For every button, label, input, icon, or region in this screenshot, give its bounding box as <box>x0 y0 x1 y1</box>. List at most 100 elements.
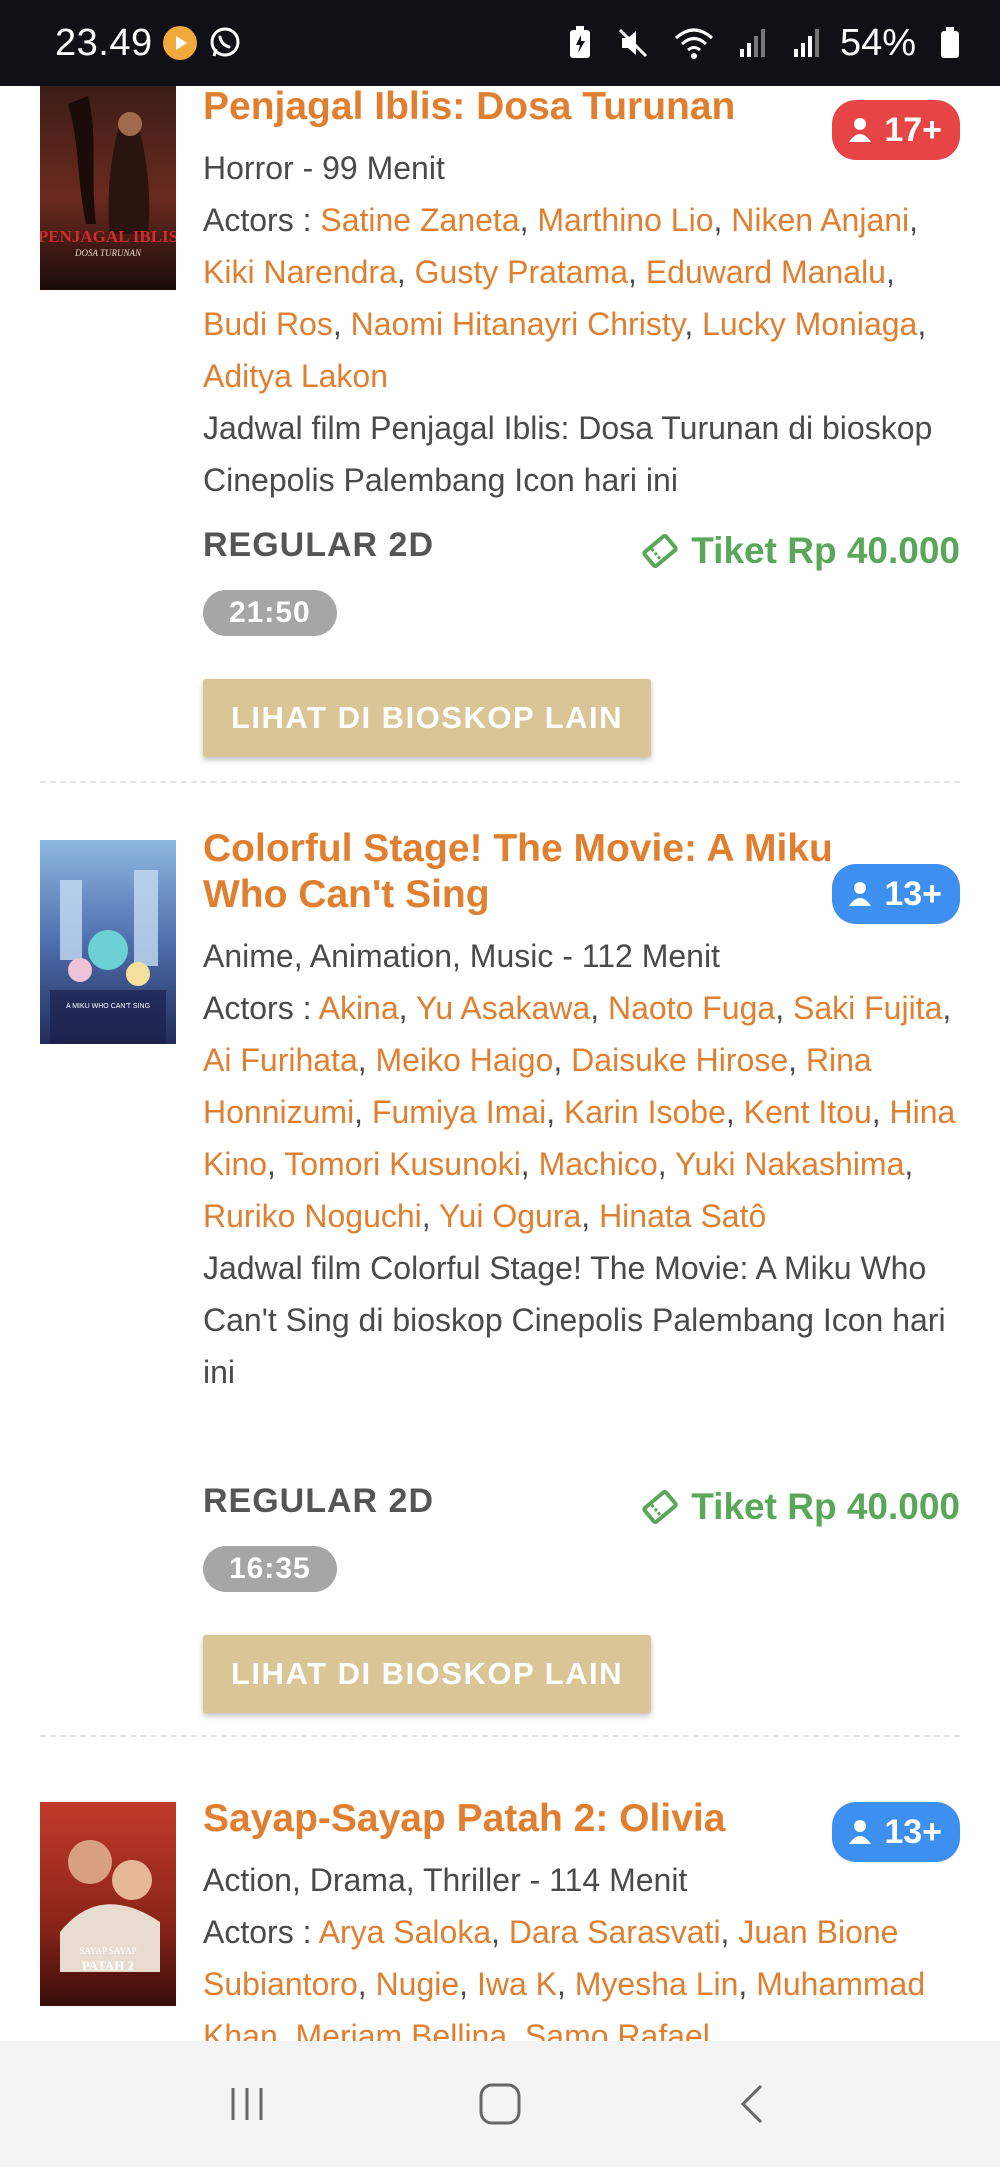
movie-description: Jadwal film Penjagal Iblis: Dosa Turunan… <box>203 410 933 498</box>
media-play-icon <box>162 26 197 60</box>
ticket-label: Tiket Rp 40.000 <box>691 530 960 571</box>
actor-link[interactable]: Daisuke Hirose <box>571 1042 788 1078</box>
actor-link[interactable]: Naoto Fuga <box>608 990 775 1026</box>
screen-format: REGULAR 2D <box>203 1482 435 1520</box>
actor-separator: , <box>871 1094 890 1130</box>
poster-subtitle: PATAH 2 <box>82 1958 134 1973</box>
actor-separator: , <box>357 1042 376 1078</box>
actor-link[interactable]: Hinata Satô <box>599 1198 766 1234</box>
actor-link[interactable]: Eduward Manalu <box>646 254 886 290</box>
poster-subtitle: DOSA TURUNAN <box>74 248 142 258</box>
actor-link[interactable]: Lucky Moniaga <box>702 306 917 342</box>
actor-separator: , <box>507 2018 525 2041</box>
actors-label: Actors : <box>203 202 312 238</box>
actor-link[interactable]: Nugie <box>376 1966 460 2002</box>
divider <box>40 1735 960 1737</box>
age-rating-badge: 13+ <box>832 864 960 924</box>
actor-separator: , <box>738 1966 757 2002</box>
actor-link[interactable]: Budi Ros <box>203 306 333 342</box>
actor-link[interactable]: Saki Fujita <box>793 990 942 1026</box>
actor-separator: , <box>775 990 793 1026</box>
actor-link[interactable]: Ruriko Noguchi <box>203 1198 422 1234</box>
actor-separator: , <box>546 1094 564 1130</box>
movie-actors: Actors : Arya Saloka, Dara Sarasvati, Ju… <box>203 1906 960 2041</box>
actor-separator: , <box>885 254 895 290</box>
actor-separator: , <box>628 254 646 290</box>
person-icon <box>849 882 872 906</box>
ticket-label: Tiket Rp 40.000 <box>691 1486 960 1527</box>
actor-link[interactable]: Naomi Hitanayri Christy <box>351 306 685 342</box>
actor-separator: , <box>553 1042 572 1078</box>
actor-link[interactable]: Dara Sarasvati <box>509 1914 721 1950</box>
ticket-price: Tiket Rp 40.000 <box>641 1486 960 1528</box>
actor-link[interactable]: Yu Asakawa <box>416 990 590 1026</box>
actor-separator: , <box>396 254 415 290</box>
battery-percentage: 54% <box>839 21 916 64</box>
actor-link[interactable]: Arya Saloka <box>319 1914 492 1950</box>
actor-link[interactable]: Akina <box>319 990 399 1026</box>
showtime-chip[interactable]: 16:35 <box>203 1546 337 1592</box>
movie-genre-duration: Action, Drama, Thriller - 114 Menit <box>203 1862 688 1898</box>
rating-label: 13+ <box>884 874 942 913</box>
actor-link[interactable]: Kent Itou <box>744 1094 872 1130</box>
actor-link[interactable]: Kiki Narendra <box>203 254 397 290</box>
actor-link[interactable]: Samo Rafael <box>525 2018 710 2041</box>
actor-link[interactable]: Yuki Nakashima <box>675 1146 904 1182</box>
actor-link[interactable]: Meriam Bellina <box>296 2018 508 2041</box>
status-bar: 23.49 54% <box>0 0 1000 86</box>
actor-separator: , <box>398 990 416 1026</box>
actor-separator: , <box>277 2018 296 2041</box>
actor-separator: , <box>713 202 732 238</box>
actor-link[interactable]: Gusty Pratama <box>415 254 628 290</box>
rating-label: 17+ <box>884 110 942 149</box>
see-other-cinemas-button[interactable]: LIHAT DI BIOSKOP LAIN <box>203 1635 652 1713</box>
ticket-icon <box>642 1489 678 1525</box>
actor-separator: , <box>657 1146 675 1182</box>
actor-link[interactable]: Niken Anjani <box>731 202 909 238</box>
showtime-chip[interactable]: 21:50 <box>203 590 337 636</box>
back-icon[interactable] <box>713 2064 793 2144</box>
actor-separator: , <box>725 1094 744 1130</box>
recent-apps-icon[interactable] <box>207 2064 287 2144</box>
actor-link[interactable]: Machico <box>539 1146 658 1182</box>
actor-separator: , <box>720 1914 739 1950</box>
movie-poster[interactable]: A MIKU WHO CAN'T SING <box>40 840 176 1044</box>
movie-poster[interactable]: SAYAP SAYAP PATAH 2 <box>40 1802 176 2006</box>
actor-separator: , <box>788 1042 806 1078</box>
battery-saver-icon <box>568 26 592 60</box>
signal-icon <box>738 27 768 59</box>
actor-separator: , <box>491 1914 509 1950</box>
actor-link[interactable]: Tomori Kusunoki <box>284 1146 521 1182</box>
actor-list: Akina, Yu Asakawa, Naoto Fuga, Saki Fuji… <box>203 990 955 1234</box>
actor-separator: , <box>459 1966 477 2002</box>
actor-separator: , <box>581 1198 600 1234</box>
see-other-cinemas-button[interactable]: LIHAT DI BIOSKOP LAIN <box>203 679 652 757</box>
actor-separator: , <box>354 1094 372 1130</box>
movie-actors: Actors : Satine Zaneta, Marthino Lio, Ni… <box>203 194 960 402</box>
actor-link[interactable]: Marthino Lio <box>537 202 713 238</box>
movie-poster[interactable]: PENJAGAL IBLIS DOSA TURUNAN <box>40 86 176 290</box>
movie-actors: Actors : Akina, Yu Asakawa, Naoto Fuga, … <box>203 982 960 1242</box>
system-navigation-bar <box>0 2041 1000 2167</box>
divider <box>40 781 960 783</box>
actor-separator: , <box>909 202 919 238</box>
actor-link[interactable]: Fumiya Imai <box>372 1094 546 1130</box>
actor-separator: , <box>904 1146 914 1182</box>
poster-title: PENJAGAL IBLIS <box>40 227 176 246</box>
actor-link[interactable]: Satine Zaneta <box>320 202 519 238</box>
home-icon[interactable] <box>460 2064 540 2144</box>
actor-separator: , <box>942 990 952 1026</box>
actor-separator: , <box>267 1146 285 1182</box>
actor-link[interactable]: Myesha Lin <box>575 1966 739 2002</box>
actor-link[interactable]: Yui Ogura <box>439 1198 581 1234</box>
actor-link[interactable]: Meiko Haigo <box>376 1042 554 1078</box>
actor-link[interactable]: Ai Furihata <box>203 1042 358 1078</box>
ticket-icon <box>642 533 678 569</box>
wifi-icon <box>674 26 714 60</box>
actor-link[interactable]: Iwa K <box>477 1966 557 2002</box>
actor-separator: , <box>684 306 703 342</box>
actor-link[interactable]: Aditya Lakon <box>203 358 388 394</box>
person-icon <box>849 118 872 142</box>
actor-link[interactable]: Karin Isobe <box>564 1094 726 1130</box>
age-rating-badge: 17+ <box>832 100 960 160</box>
